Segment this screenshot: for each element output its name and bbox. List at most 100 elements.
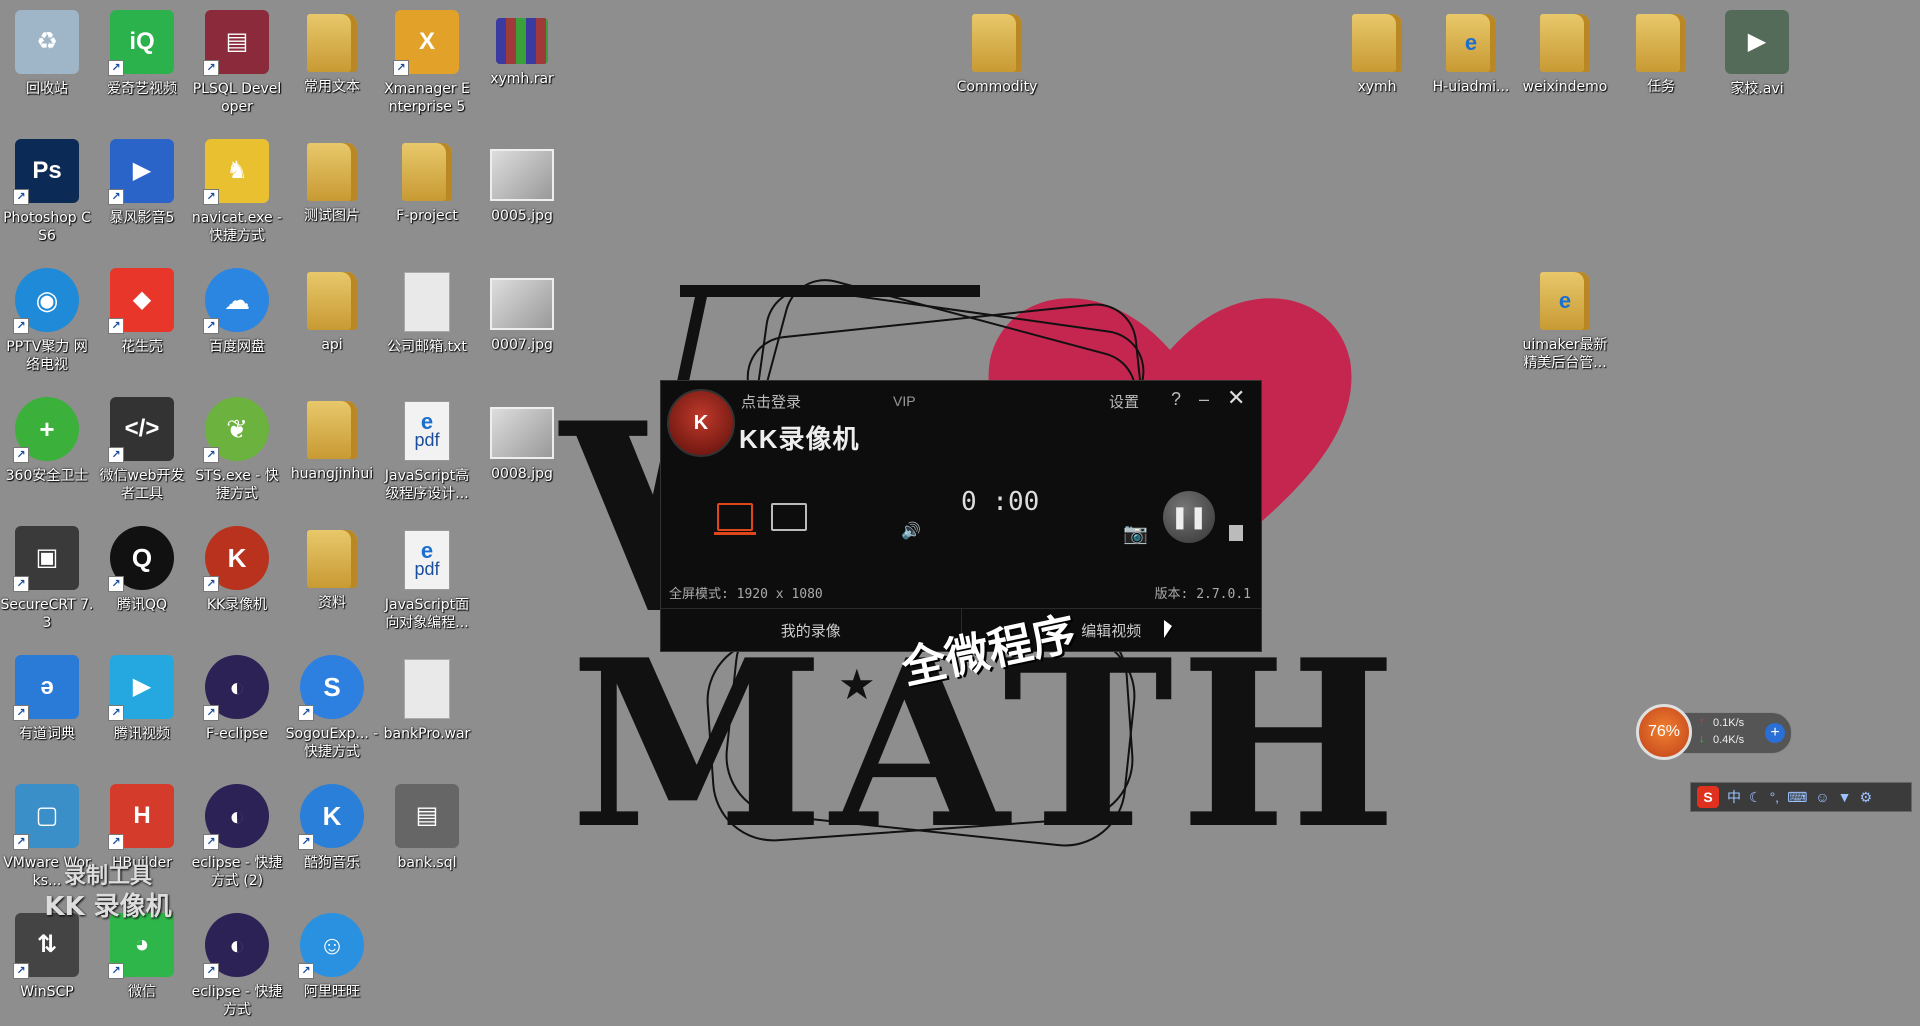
image-file-icon — [490, 407, 554, 459]
moon-icon[interactable]: ☾ — [1749, 789, 1762, 806]
desktop-icon[interactable]: api — [285, 268, 379, 354]
desktop-icon[interactable]: Ps Photoshop CS6 — [0, 139, 94, 245]
memory-usage-ring[interactable]: 76% — [1636, 704, 1692, 760]
accelerate-plus-icon[interactable]: + — [1765, 723, 1785, 743]
desktop-icon[interactable]: 公司邮箱.txt — [380, 268, 474, 356]
speaker-icon[interactable]: 🔊 — [901, 521, 921, 541]
desktop-icon[interactable]: ▶ 家校.avi — [1710, 10, 1804, 98]
desktop-icon[interactable]: Commodity — [950, 10, 1044, 96]
desktop-icon[interactable]: ❦ STS.exe - 快捷方式 — [190, 397, 284, 503]
kk-recorder-window[interactable]: K 点击登录 VIP KK录像机 设置 ? – ✕ 🔊 0 :00 📷 ❚❚ 全… — [660, 380, 1262, 652]
desktop-icon[interactable]: iQ 爱奇艺视频 — [95, 10, 189, 98]
desktop-icon[interactable]: ǝ 有道词典 — [0, 655, 94, 743]
desktop-icon[interactable]: HHBuilder — [95, 784, 189, 872]
desktop-icon-label: Commodity — [956, 79, 1038, 95]
desktop-icon-label: 回收站 — [26, 81, 68, 97]
desktop-icon[interactable]: F-project — [380, 139, 474, 225]
html-folder-icon: e — [1446, 14, 1496, 72]
camera-icon[interactable]: 📷 — [1123, 521, 1148, 546]
help-button[interactable]: ? — [1171, 389, 1181, 410]
desktop-icon-label: 0008.jpg — [491, 466, 553, 482]
desktop-icon[interactable]: ♞ navicat.exe - 快捷方式 — [190, 139, 284, 245]
desktop-icon[interactable]: ⇅ WinSCP — [0, 913, 94, 1001]
desktop-icon[interactable]: ▤ bank.sql — [380, 784, 474, 872]
desktop-icon-label: JavaScript高级程序设计... — [384, 468, 470, 502]
punctuation-icon[interactable]: °, — [1770, 789, 1780, 805]
desktop-icon-label: 家校.avi — [1730, 81, 1784, 97]
keyboard-icon[interactable]: ⌨ — [1787, 789, 1807, 806]
desktop-icon[interactable]: ◐ eclipse - 快捷方式 — [190, 913, 284, 1019]
desktop[interactable]: V MATH ★ ♻回收站iQ爱奇艺视频▤PLSQL Developer常用文本… — [0, 0, 1920, 1026]
desktop-icon[interactable]: 0007.jpg — [475, 268, 569, 354]
close-icon[interactable]: ✕ — [1227, 385, 1245, 411]
minimize-icon[interactable]: – — [1199, 389, 1209, 410]
desktop-icon[interactable]: ◐ F-eclipse — [190, 655, 284, 743]
pause-button[interactable]: ❚❚ — [1163, 491, 1215, 543]
desktop-icon[interactable]: ☺ 阿里旺旺 — [285, 913, 379, 1001]
desktop-icon[interactable]: 测试图片 — [285, 139, 379, 225]
desktop-icon[interactable]: e pdf JavaScript高级程序设计... — [380, 397, 474, 503]
baofeng-icon: ▶ — [108, 139, 174, 205]
wrench-icon[interactable]: ⚙ — [1859, 789, 1872, 806]
desktop-icon[interactable]: e H-uiadmi... — [1424, 10, 1518, 96]
user-icon[interactable]: ☺ — [1815, 789, 1829, 805]
desktop-icon[interactable]: ▶ 腾讯视频 — [95, 655, 189, 743]
desktop-icon[interactable]: ☁ 百度网盘 — [190, 268, 284, 356]
wangwang-icon: ☺ — [298, 913, 364, 979]
skin-shirt-icon[interactable]: ▼ — [1838, 789, 1852, 805]
desktop-icon[interactable]: ◉ PPTV聚力 网络电视 — [0, 268, 94, 374]
region-mode-icon[interactable] — [771, 503, 807, 531]
desktop-icon[interactable]: 0008.jpg — [475, 397, 569, 483]
desktop-icon[interactable]: ◆ 花生壳 — [95, 268, 189, 356]
desktop-icon[interactable]: ♻ 回收站 — [0, 10, 94, 98]
sogou-logo-icon[interactable]: S — [1697, 786, 1719, 808]
tencent-video-icon: ▶ — [108, 655, 174, 721]
desktop-icon[interactable]: 任务 — [1614, 10, 1708, 96]
desktop-icon[interactable]: ▶ 暴风影音5 — [95, 139, 189, 227]
desktop-icon[interactable]: 常用文本 — [285, 10, 379, 96]
desktop-icon[interactable]: 0005.jpg — [475, 139, 569, 225]
vip-badge[interactable]: VIP — [893, 393, 916, 409]
desktop-icon[interactable]: e pdf JavaScript面向对象编程... — [380, 526, 474, 632]
desktop-icon[interactable]: +360安全卫士 — [0, 397, 94, 485]
desktop-icon-label: KK录像机 — [206, 597, 268, 613]
kk-cat-logo-icon[interactable]: K — [667, 389, 735, 457]
net-speed-panel[interactable]: ↑ 0.1K/s ↓ 0.4K/s + — [1682, 712, 1792, 754]
desktop-icon[interactable]: e uimaker最新精美后台管... — [1518, 268, 1612, 372]
desktop-icon[interactable]: ▤ PLSQL Developer — [190, 10, 284, 116]
desktop-icon[interactable]: K KK录像机 — [190, 526, 284, 614]
desktop-icon[interactable]: xymh.rar — [475, 10, 569, 88]
image-file-icon — [490, 278, 554, 330]
capture-mode-status: 全屏模式: 1920 x 1080 — [669, 587, 823, 602]
network-speed-widget[interactable]: ↑ 0.1K/s ↓ 0.4K/s + 76% — [1636, 704, 1792, 760]
wallpaper-sqrt-bar — [680, 285, 980, 337]
desktop-icon[interactable]: ◐ eclipse - 快捷方式 (2) — [190, 784, 284, 890]
desktop-icon[interactable]: Q 腾讯QQ — [95, 526, 189, 614]
desktop-icon-label: 公司邮箱.txt — [387, 339, 467, 355]
login-link[interactable]: 点击登录 — [741, 391, 801, 412]
qq-icon: Q — [108, 526, 174, 592]
desktop-icon[interactable]: X Xmanager Enterprise 5 — [380, 10, 474, 116]
kugou-icon: K — [298, 784, 364, 850]
desktop-icon[interactable]: 资料 — [285, 526, 379, 612]
desktop-icon[interactable]: </> 微信web开发者工具 — [95, 397, 189, 503]
fullscreen-mode-icon[interactable] — [714, 503, 756, 535]
video-icon: ▶ — [1725, 10, 1789, 74]
rar-archive-icon — [496, 18, 548, 64]
desktop-icon[interactable]: ▣ SecureCRT 7.3 — [0, 526, 94, 632]
sql-icon: ▤ — [395, 784, 459, 848]
stop-button[interactable] — [1229, 525, 1243, 541]
settings-button[interactable]: 设置 — [1109, 391, 1139, 412]
desktop-icon-label: STS.exe - 快捷方式 — [195, 468, 279, 502]
desktop-icon[interactable]: huangjinhui — [285, 397, 379, 483]
ime-lang-toggle[interactable]: 中 — [1727, 787, 1741, 807]
desktop-icon[interactable]: xymh — [1330, 10, 1424, 96]
desktop-icon[interactable]: bankPro.war — [380, 655, 474, 743]
desktop-icon-label: 360安全卫士 — [5, 468, 89, 484]
desktop-icon[interactable]: S SogouExp... - 快捷方式 — [285, 655, 379, 761]
desktop-icon[interactable]: ◕ 微信 — [95, 913, 189, 1001]
recycle-bin-icon: ♻ — [15, 10, 79, 74]
sogou-ime-toolbar[interactable]: S 中 ☾ °, ⌨ ☺ ▼ ⚙ — [1690, 782, 1912, 812]
desktop-icon[interactable]: K 酷狗音乐 — [285, 784, 379, 872]
desktop-icon[interactable]: weixindemo — [1518, 10, 1612, 96]
